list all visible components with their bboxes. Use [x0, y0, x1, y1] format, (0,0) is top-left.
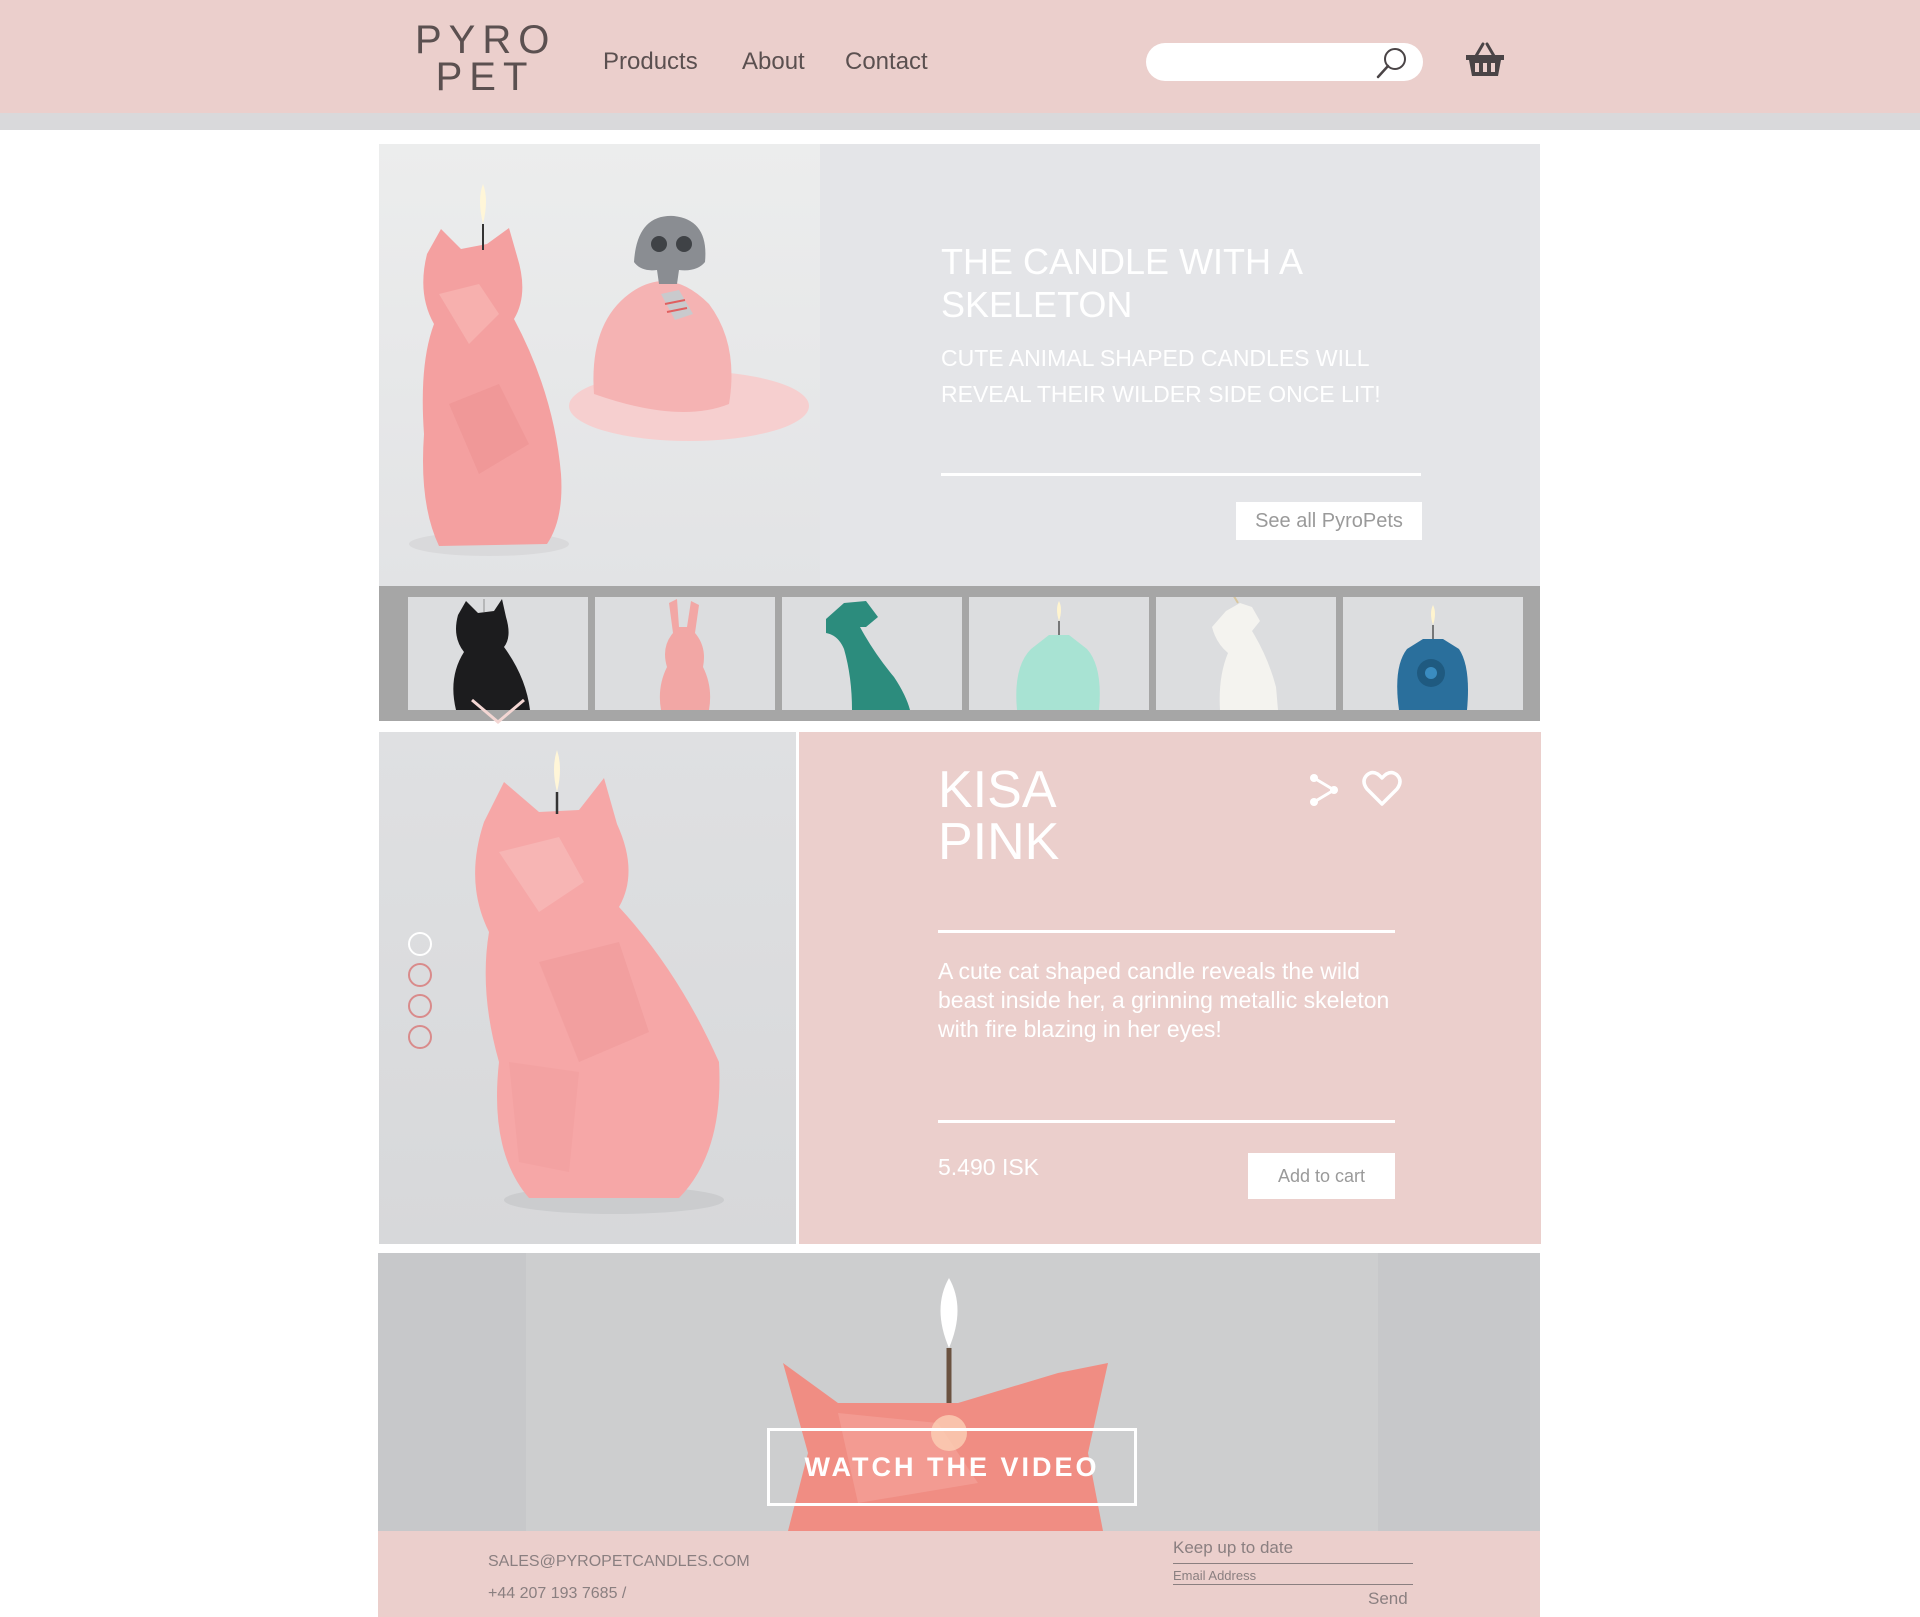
product-name-line-2: PINK	[938, 813, 1060, 871]
product-name: KISA PINK	[938, 764, 1059, 868]
site-header	[0, 0, 1920, 113]
hero-divider	[941, 473, 1421, 476]
kisa-candle-illustration	[409, 184, 809, 556]
pink-rabbit-candle-image	[659, 599, 711, 710]
search-input[interactable]	[1162, 49, 1362, 75]
black-cat-candle-image	[453, 599, 530, 710]
newsletter-send-button[interactable]: Send	[1368, 1589, 1408, 1609]
footer-email-link[interactable]: SALES@PYROPETCANDLES.COM	[488, 1553, 750, 1571]
newsletter-email-field[interactable]	[1173, 1566, 1413, 1584]
hero-banner: THE CANDLE WITH A SKELETON CUTE ANIMAL S…	[379, 144, 1540, 586]
header-divider	[0, 113, 1920, 130]
logo-line-1: PYRO	[415, 18, 557, 62]
hero-photo	[379, 144, 820, 586]
search-icon[interactable]	[1374, 45, 1410, 81]
mint-candle-image	[1016, 601, 1100, 710]
kisa-pink-candle-image	[475, 750, 724, 1214]
nav-contact[interactable]: Contact	[845, 48, 928, 76]
newsletter-divider	[1173, 1563, 1413, 1564]
product-thumbnail-strip	[379, 586, 1540, 721]
gallery-dot-4[interactable]	[408, 1025, 432, 1049]
product-divider-bottom	[938, 1120, 1395, 1123]
thumbnail-white-unicorn[interactable]	[1156, 597, 1336, 710]
logo-line-2: PET	[435, 55, 535, 99]
teal-dinosaur-candle-image	[826, 601, 910, 710]
heart-icon[interactable]	[1362, 770, 1402, 808]
product-price: 5.490 ISK	[938, 1154, 1040, 1180]
share-icon[interactable]	[1306, 772, 1342, 808]
add-to-cart-button[interactable]: Add to cart	[1248, 1153, 1395, 1199]
hero-subtitle: CUTE ANIMAL SHAPED CANDLES WILL REVEAL T…	[941, 345, 1381, 407]
gallery-dot-3[interactable]	[408, 994, 432, 1018]
product-divider-top	[938, 930, 1395, 933]
footer-phone: +44 207 193 7685 /	[488, 1585, 627, 1602]
white-unicorn-candle-image	[1212, 597, 1278, 710]
see-all-pyropets-button[interactable]: See all PyroPets	[1236, 502, 1422, 540]
thumbnail-teal-dinosaur[interactable]	[782, 597, 962, 710]
gallery-dot-2[interactable]	[408, 963, 432, 987]
chevron-down-icon	[471, 698, 525, 724]
thumbnail-pink-rabbit[interactable]	[595, 597, 775, 710]
hero-title: THE CANDLE WITH A SKELETON	[941, 241, 1302, 325]
nav-about[interactable]: About	[742, 48, 805, 76]
thumbnail-black-cat[interactable]	[408, 597, 588, 710]
logo[interactable]: PYRO PET	[415, 18, 557, 99]
newsletter-input-underline	[1173, 1584, 1413, 1585]
basket-icon[interactable]	[1463, 38, 1507, 82]
product-name-line-1: KISA	[938, 761, 1057, 819]
watch-the-video-button[interactable]: WATCH THE VIDEO	[767, 1428, 1137, 1506]
product-description: A cute cat shaped candle reveals the wil…	[938, 958, 1390, 1042]
thumbnail-blue-candle[interactable]	[1343, 597, 1523, 710]
gallery-dot-1[interactable]	[408, 932, 432, 956]
blue-candle-image	[1397, 605, 1468, 710]
newsletter-title: Keep up to date	[1173, 1538, 1294, 1557]
thumbnail-mint-candle[interactable]	[969, 597, 1149, 710]
product-photo	[379, 732, 796, 1244]
nav-products[interactable]: Products	[603, 48, 698, 76]
